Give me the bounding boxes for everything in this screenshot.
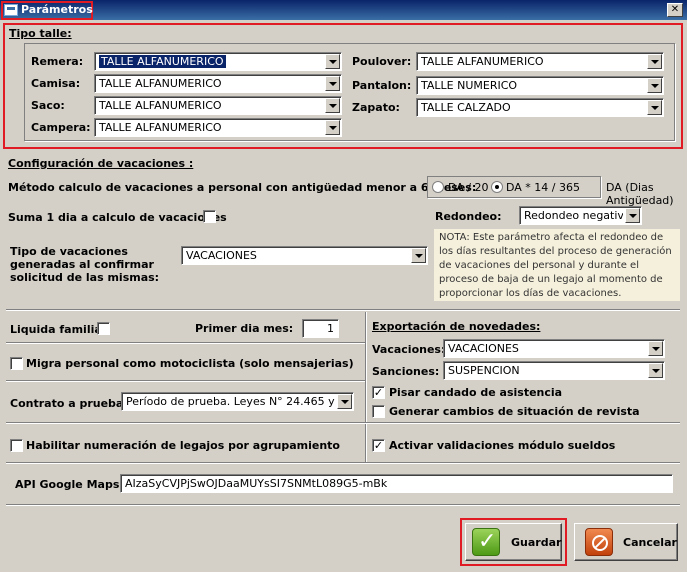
exportacion-heading: Exportación de novedades: (372, 320, 541, 333)
pantalon-label: Pantalon: (352, 79, 412, 92)
remera-label: Remera: (31, 55, 84, 68)
pisar-checkbox[interactable]: ✓ (372, 386, 385, 399)
radio-da-20[interactable] (432, 181, 444, 193)
window-app-icon (4, 4, 18, 16)
campera-label: Campera: (31, 121, 91, 134)
camisa-select[interactable]: TALLE ALFANUMERICO (94, 74, 342, 93)
campera-select[interactable]: TALLE ALFANUMERICO (94, 118, 342, 137)
window-title: Parámetros (21, 3, 93, 16)
divider (6, 462, 680, 464)
divider (6, 504, 680, 506)
chevron-down-icon[interactable] (647, 54, 662, 69)
tipo-vacaciones-label: Tipo de vacaciones generadas al confirma… (10, 245, 160, 284)
redondeo-note: NOTA: Este parámetro afecta el redondeo … (434, 229, 680, 301)
radio-da-14-365-label[interactable]: DA * 14 / 365 (506, 181, 580, 194)
api-label: API Google Maps: (15, 478, 124, 491)
chevron-down-icon[interactable] (325, 54, 340, 69)
primer-dia-label: Primer dia mes: (195, 322, 294, 335)
chevron-down-icon[interactable] (325, 76, 340, 91)
poulover-label: Poulover: (352, 55, 412, 68)
suma-checkbox[interactable] (203, 210, 216, 223)
contrato-label: Contrato a prueba: (10, 397, 128, 410)
pantalon-select[interactable]: TALLE NUMERICO (416, 76, 664, 95)
sanciones-select[interactable]: SUSPENCION (443, 361, 665, 380)
chevron-down-icon[interactable] (647, 78, 662, 93)
generar-label: Generar cambios de situación de revista (389, 405, 640, 418)
saco-select[interactable]: TALLE ALFANUMERICO (94, 96, 342, 115)
chevron-down-icon[interactable] (648, 341, 663, 356)
primer-dia-input[interactable]: 1 (302, 319, 339, 338)
redondeo-label: Redondeo: (435, 210, 502, 223)
chevron-down-icon[interactable] (647, 100, 662, 115)
divider (6, 309, 680, 311)
cancelar-button[interactable]: Cancelar (574, 523, 678, 561)
suma-label: Suma 1 dia a calculo de vacaciones (8, 211, 227, 224)
divider (6, 342, 365, 344)
guardar-button[interactable]: Guardar (465, 523, 562, 561)
cancelar-label: Cancelar (623, 536, 677, 549)
habilitar-label: Habilitar numeración de legajos por agru… (26, 439, 340, 452)
export-vacaciones-label: Vacaciones: (372, 343, 446, 356)
guardar-label: Guardar (511, 536, 562, 549)
chevron-down-icon[interactable] (325, 120, 340, 135)
cancel-icon (585, 528, 613, 556)
divider (6, 380, 365, 382)
activar-label: Activar validaciones módulo sueldos (389, 439, 616, 452)
check-icon: ✓ (373, 439, 384, 452)
zapato-label: Zapato: (352, 101, 400, 114)
liquida-label: Liquida familia (10, 323, 102, 336)
poulover-select[interactable]: TALLE ALFANUMERICO (416, 52, 664, 71)
chevron-down-icon[interactable] (625, 208, 640, 223)
chevron-down-icon[interactable] (411, 248, 426, 263)
metodo-suffix: DA (Dias Antigüedad) (606, 181, 674, 207)
migra-checkbox[interactable] (10, 357, 23, 370)
chevron-down-icon[interactable] (325, 98, 340, 113)
pisar-label: Pisar candado de asistencia (389, 386, 563, 399)
divider (6, 422, 680, 424)
remera-select[interactable]: TALLE ALFANUMERICO (94, 52, 342, 71)
title-bar (0, 0, 687, 20)
contrato-select[interactable]: Período de prueba. Leyes N° 24.465 y N° … (121, 392, 354, 411)
vacaciones-heading: Configuración de vacaciones : (8, 157, 194, 170)
camisa-label: Camisa: (31, 77, 81, 90)
redondeo-select[interactable]: Redondeo negativo (519, 206, 642, 225)
sanciones-label: Sanciones: (372, 365, 440, 378)
habilitar-checkbox[interactable] (10, 439, 23, 452)
check-icon (472, 528, 500, 556)
radio-da-20-label[interactable]: DA / 20 (448, 181, 489, 194)
export-vacaciones-select[interactable]: VACACIONES (443, 339, 665, 358)
liquida-checkbox[interactable] (97, 322, 110, 335)
check-icon: ✓ (373, 386, 384, 399)
api-key-input[interactable]: AIzaSyCVJPjSwOJDaaMUYsSI7SNMtL089G5-mBk (120, 474, 673, 493)
chevron-down-icon[interactable] (337, 394, 352, 409)
saco-label: Saco: (31, 99, 65, 112)
zapato-select[interactable]: TALLE CALZADO (416, 98, 664, 117)
tipo-vacaciones-select[interactable]: VACACIONES (181, 246, 428, 265)
chevron-down-icon[interactable] (648, 363, 663, 378)
close-button[interactable]: ✕ (667, 3, 683, 17)
migra-label: Migra personal como motociclista (solo m… (26, 357, 354, 370)
radio-da-14-365[interactable] (491, 181, 503, 193)
generar-checkbox[interactable] (372, 405, 385, 418)
divider (365, 312, 367, 462)
activar-checkbox[interactable]: ✓ (372, 439, 385, 452)
metodo-label: Método calculo de vacaciones a personal … (8, 181, 477, 194)
tipo-talle-heading: Tipo talle: (9, 27, 72, 40)
